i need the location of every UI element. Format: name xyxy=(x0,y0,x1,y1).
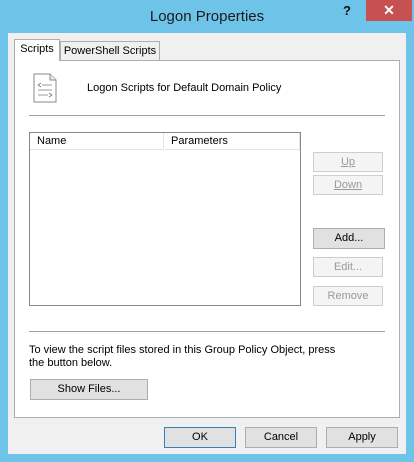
scripts-header-label: Logon Scripts for Default Domain Policy xyxy=(87,82,282,94)
add-button[interactable]: Add... xyxy=(313,228,385,249)
divider xyxy=(29,331,385,332)
tab-scripts[interactable]: Scripts xyxy=(14,39,60,61)
tab-powershell-scripts[interactable]: PowerShell Scripts xyxy=(60,41,160,61)
divider xyxy=(29,115,385,116)
apply-button[interactable]: Apply xyxy=(326,427,398,448)
edit-button[interactable]: Edit... xyxy=(313,257,383,277)
down-button[interactable]: Down xyxy=(313,175,383,195)
help-button[interactable]: ? xyxy=(330,1,364,21)
scripts-list[interactable] xyxy=(29,132,301,306)
down-button-label: Down xyxy=(333,179,363,191)
up-button-label: Up xyxy=(340,156,356,168)
up-button[interactable]: Up xyxy=(313,152,383,172)
show-files-info-text: To view the script files stored in this … xyxy=(29,344,336,369)
remove-button[interactable]: Remove xyxy=(313,286,383,306)
column-header-parameters[interactable]: Parameters xyxy=(165,133,300,150)
ok-button[interactable]: OK xyxy=(164,427,236,448)
script-document-icon xyxy=(33,73,57,103)
show-files-button[interactable]: Show Files... xyxy=(30,379,148,400)
column-header-name[interactable]: Name xyxy=(30,133,164,150)
close-button[interactable]: ✕ xyxy=(366,0,412,21)
cancel-button[interactable]: Cancel xyxy=(245,427,317,448)
